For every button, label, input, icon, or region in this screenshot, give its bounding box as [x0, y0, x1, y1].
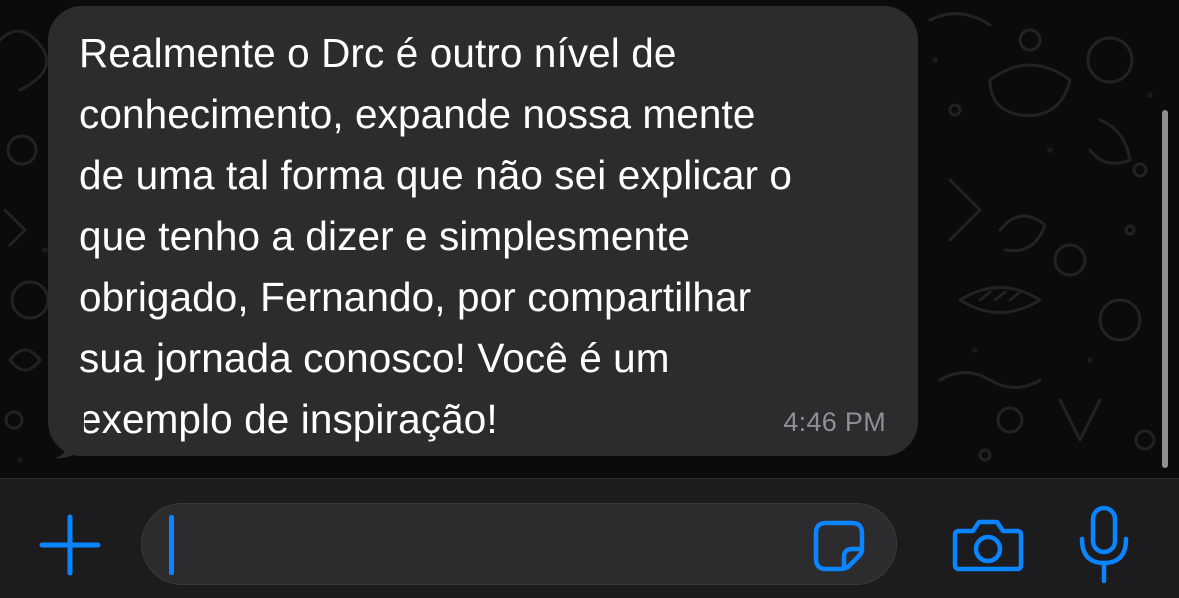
message-input[interactable] [141, 503, 897, 585]
sticker-button[interactable] [812, 519, 866, 573]
sticker-icon [813, 520, 865, 572]
plus-icon [39, 514, 101, 576]
text-caret [169, 515, 174, 575]
microphone-icon [1079, 505, 1129, 584]
camera-button[interactable] [948, 511, 1028, 579]
bubble-tail [54, 410, 84, 459]
message-composer [0, 478, 1179, 598]
scroll-indicator[interactable] [1162, 110, 1168, 468]
chat-screen: Realmente o Drc é outro nível de conheci… [0, 0, 1179, 598]
message-list[interactable]: Realmente o Drc é outro nível de conheci… [0, 0, 1179, 478]
message-text: Realmente o Drc é outro nível de conheci… [79, 30, 793, 442]
incoming-message-bubble[interactable]: Realmente o Drc é outro nível de conheci… [48, 6, 918, 456]
attach-button[interactable] [36, 511, 104, 579]
message-timestamp: 4:46 PM [783, 407, 886, 437]
microphone-button[interactable] [1072, 503, 1136, 587]
camera-icon [952, 519, 1024, 572]
